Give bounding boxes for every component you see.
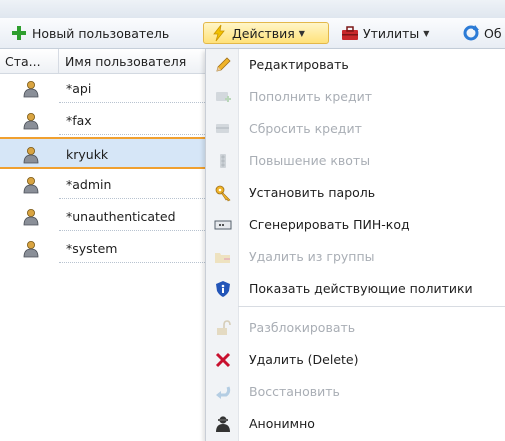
window-top-strip — [0, 0, 505, 19]
actions-menu-button[interactable]: Действия ▼ — [203, 22, 329, 44]
menu-item-label: Сгенерировать ПИН-код — [249, 217, 410, 232]
refresh-label: Об — [484, 25, 502, 41]
add-credit-icon — [214, 88, 232, 106]
menu-item-label: Удалить (Delete) — [249, 352, 359, 367]
username-cell: *system — [66, 241, 118, 256]
user-grid-header: Ста... Имя пользователя — [0, 49, 205, 74]
delete-x-icon — [214, 351, 232, 369]
utilities-menu-button[interactable]: Утилиты ▼ — [341, 22, 429, 44]
menu-item[interactable]: Разблокировать — [206, 312, 505, 344]
key-icon — [214, 184, 232, 202]
pencil-icon — [214, 56, 232, 74]
actions-label: Действия — [232, 25, 295, 41]
username-cell: *admin — [66, 177, 112, 192]
refresh-icon — [463, 25, 479, 41]
shield-icon — [214, 280, 232, 298]
pin-code-icon — [214, 216, 232, 234]
actions-dropdown-menu: Редактировать Пополнить кредит Сбросить кр… — [205, 49, 505, 441]
menu-item[interactable]: Сбросить кредит — [206, 113, 505, 145]
column-separator[interactable] — [58, 49, 59, 73]
user-icon — [22, 146, 40, 164]
chevron-down-icon: ▼ — [423, 28, 430, 38]
chevron-down-icon: ▼ — [298, 28, 305, 38]
menu-item[interactable]: Пополнить кредит — [206, 81, 505, 113]
row-divider — [59, 134, 205, 135]
row-divider — [59, 262, 205, 263]
table-row[interactable]: *api — [0, 73, 205, 105]
plus-icon — [12, 26, 26, 40]
table-row[interactable]: *fax — [0, 105, 205, 137]
menu-item-label: Редактировать — [249, 57, 349, 72]
username-cell: kryukk — [66, 147, 109, 162]
menu-item-label: Повышение квоты — [249, 153, 371, 168]
menu-item-label: Анонимно — [249, 416, 315, 431]
menu-item[interactable]: Анонимно — [206, 408, 505, 440]
menu-item-label: Установить пароль — [249, 185, 376, 200]
menu-item[interactable]: Сгенерировать ПИН-код — [206, 209, 505, 241]
toolbar: Новый пользователь Действия ▼ Утилиты ▼ … — [0, 18, 505, 49]
new-user-label: Новый пользователь — [32, 25, 170, 41]
user-icon — [22, 80, 40, 98]
restore-icon — [214, 383, 232, 401]
row-divider — [59, 102, 205, 103]
table-row[interactable]: *admin — [0, 169, 205, 201]
menu-item-label: Сбросить кредит — [249, 121, 362, 136]
table-row[interactable]: *system — [0, 233, 205, 265]
menu-separator — [238, 306, 505, 307]
menu-item[interactable]: Повышение квоты — [206, 145, 505, 177]
menu-item-label: Разблокировать — [249, 320, 356, 335]
refresh-button[interactable]: Об — [462, 22, 502, 44]
menu-item-label: Восстановить — [249, 384, 340, 399]
user-icon — [22, 176, 40, 194]
unlock-icon — [214, 319, 232, 337]
menu-item[interactable]: Установить пароль — [206, 177, 505, 209]
reset-credit-icon — [214, 120, 232, 138]
menu-item[interactable]: Удалить (Delete) — [206, 344, 505, 376]
user-icon — [22, 208, 40, 226]
lightning-icon — [213, 24, 225, 42]
username-cell: *fax — [66, 113, 92, 128]
quota-icon — [214, 152, 232, 170]
toolbox-icon — [342, 26, 358, 40]
anonymous-icon — [214, 415, 232, 433]
user-icon — [22, 112, 40, 130]
user-icon — [22, 240, 40, 258]
table-row[interactable]: *unauthenticated — [0, 201, 205, 233]
menu-item-label: Удалить из группы — [249, 249, 375, 264]
username-cell: *unauthenticated — [66, 209, 176, 224]
menu-item-label: Показать действующие политики — [249, 281, 473, 296]
remove-from-group-icon — [214, 248, 232, 266]
utilities-label: Утилиты — [363, 25, 420, 41]
row-divider — [59, 198, 205, 199]
menu-item[interactable]: Восстановить — [206, 376, 505, 408]
new-user-button[interactable]: Новый пользователь — [10, 22, 169, 44]
menu-item[interactable]: Показать действующие политики — [206, 273, 505, 305]
column-username[interactable]: Имя пользователя — [65, 54, 186, 69]
column-status[interactable]: Ста... — [5, 54, 41, 69]
table-row[interactable]: kryukk — [0, 137, 205, 169]
menu-item-label: Пополнить кредит — [249, 89, 372, 104]
menu-item[interactable]: Редактировать — [206, 49, 505, 81]
menu-item[interactable]: Удалить из группы — [206, 241, 505, 273]
username-cell: *api — [66, 81, 92, 96]
row-divider — [59, 230, 205, 231]
